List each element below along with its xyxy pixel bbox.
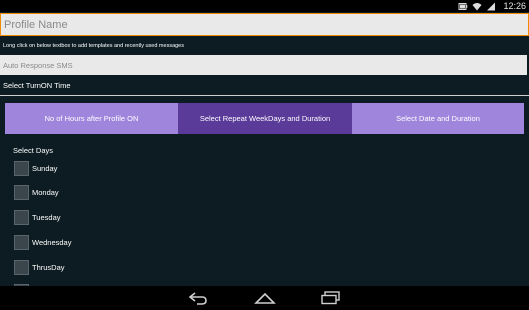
tab-repeat-weekdays[interactable]: Select Repeat WeekDays and Duration — [178, 103, 352, 134]
back-icon[interactable] — [187, 291, 209, 305]
turn-on-time-label: Select TurnON Time — [3, 81, 71, 90]
status-bar: 12:26 — [0, 0, 529, 12]
status-icons — [458, 1, 496, 11]
hint-text: Long click on below textbox to add templ… — [3, 43, 184, 49]
battery-icon — [458, 2, 468, 10]
day-label: Tuesday — [32, 212, 61, 222]
day-row-thursday[interactable]: ThrusDay — [14, 258, 65, 276]
home-icon[interactable] — [254, 291, 276, 305]
wifi-icon — [472, 2, 482, 10]
divider — [0, 95, 529, 96]
day-row-sunday[interactable]: Sunday — [14, 159, 57, 177]
day-label: ThrusDay — [32, 262, 65, 272]
sunday-checkbox[interactable] — [14, 160, 29, 176]
day-label: Monday — [32, 187, 59, 197]
status-time: 12:26 — [503, 1, 526, 11]
signal-icon — [487, 2, 495, 10]
tuesday-checkbox[interactable] — [14, 209, 29, 225]
select-days-label: Select Days — [13, 146, 54, 155]
wednesday-checkbox[interactable] — [14, 234, 29, 250]
tab-date-and-duration[interactable]: Select Date and Duration — [352, 103, 524, 134]
profile-name-input[interactable] — [0, 13, 529, 36]
day-label: Wednesday — [32, 237, 72, 247]
day-row-wednesday[interactable]: Wednesday — [14, 233, 71, 251]
day-label: Sunday — [32, 163, 58, 173]
day-row-monday[interactable]: Monday — [14, 183, 59, 201]
thursday-checkbox[interactable] — [14, 259, 29, 275]
navigation-bar — [0, 286, 529, 310]
day-row-tuesday[interactable]: Tuesday — [14, 208, 61, 226]
auto-response-sms-input[interactable] — [0, 55, 527, 75]
monday-checkbox[interactable] — [14, 184, 29, 200]
recent-apps-icon[interactable] — [320, 291, 342, 305]
turn-on-mode-tabs: No of Hours after Profile ON Select Repe… — [5, 103, 524, 134]
tab-hours-after-profile-on[interactable]: No of Hours after Profile ON — [5, 103, 178, 134]
